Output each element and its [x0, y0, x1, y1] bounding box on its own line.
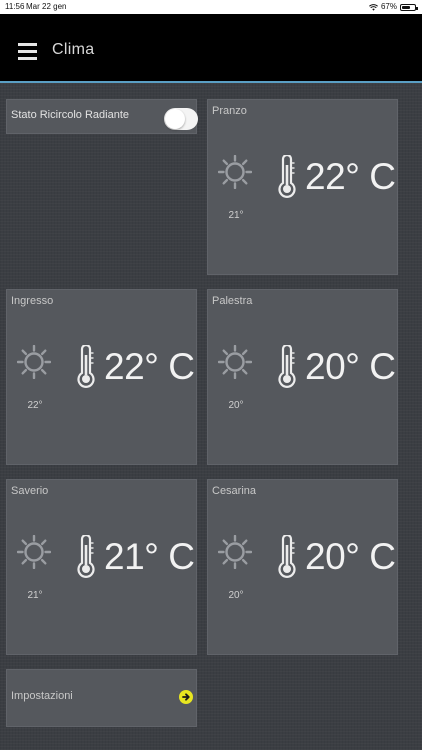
room-tile-saverio[interactable]: Saverio 21° 21° C: [6, 479, 197, 655]
status-date: Mar 22 gen: [26, 2, 67, 11]
room-setpoint: 20°: [228, 400, 244, 411]
thermometer-icon: [77, 343, 95, 389]
status-indicators: 67%: [369, 0, 418, 14]
wifi-icon: [369, 3, 378, 11]
recirculation-label: Stato Ricircolo Radiante: [11, 109, 130, 121]
arrow-right-circle-icon[interactable]: [179, 690, 193, 704]
room-tile-pranzo[interactable]: Pranzo 21° 22° C: [207, 99, 398, 275]
room-setpoint: 21°: [228, 210, 244, 221]
room-name: Cesarina: [212, 485, 257, 497]
status-bar: 11:56 Mar 22 gen 67%: [0, 0, 422, 14]
thermometer-icon: [278, 343, 296, 389]
battery-percent: 67%: [380, 2, 397, 11]
room-temperature: 22° C: [104, 346, 195, 387]
recirculation-toggle[interactable]: [164, 108, 198, 130]
sun-icon: [217, 154, 253, 190]
thermometer-icon: [278, 153, 296, 199]
app-header: Clima: [0, 14, 422, 81]
thermometer-icon: [278, 533, 296, 579]
room-temperature: 22° C: [305, 156, 396, 197]
sun-icon: [217, 534, 253, 570]
page-title: Clima: [52, 41, 95, 58]
recirculation-panel: Stato Ricircolo Radiante: [6, 99, 198, 134]
room-temperature: 20° C: [305, 536, 396, 577]
room-tile-cesarina[interactable]: Cesarina 20° 20° C: [207, 479, 398, 655]
sun-icon: [217, 344, 253, 380]
room-setpoint: 20°: [228, 590, 244, 601]
settings-label: Impostazioni: [11, 690, 73, 702]
room-setpoint: 22°: [27, 400, 43, 411]
room-name: Pranzo: [212, 105, 247, 117]
room-tile-ingresso[interactable]: Ingresso 22° 22° C: [6, 289, 197, 465]
sun-icon: [16, 534, 52, 570]
room-name: Saverio: [11, 485, 49, 497]
sun-icon: [16, 344, 52, 380]
battery-icon: [400, 3, 418, 11]
settings-panel[interactable]: Impostazioni: [6, 669, 197, 727]
status-time: 11:56: [5, 2, 25, 11]
room-setpoint: 21°: [27, 590, 43, 601]
room-name: Ingresso: [11, 295, 54, 307]
room-temperature: 21° C: [104, 536, 195, 577]
room-name: Palestra: [212, 295, 253, 307]
room-tile-palestra[interactable]: Palestra 20° 20° C: [207, 289, 398, 465]
thermometer-icon: [77, 533, 95, 579]
main-content: Stato Ricircolo Radiante Pranzo 21° 22° CI…: [0, 83, 422, 750]
room-temperature: 20° C: [305, 346, 396, 387]
hamburger-menu-icon[interactable]: [18, 43, 40, 63]
